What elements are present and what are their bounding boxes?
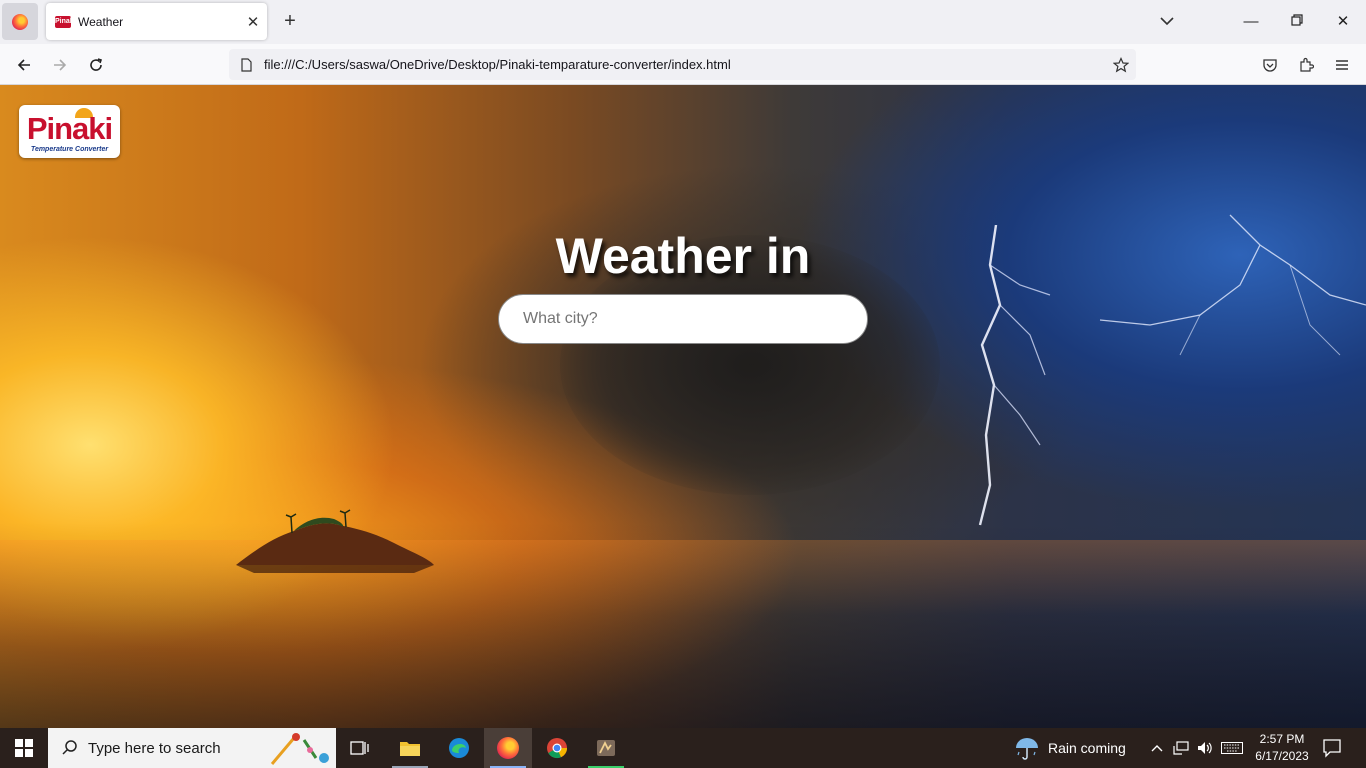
forward-icon[interactable] [49,54,71,76]
close-window-icon[interactable]: ✕ [1333,12,1353,32]
minimize-icon[interactable]: — [1241,12,1261,32]
clock-time: 2:57 PM [1259,732,1305,746]
sea-horizon [0,540,1366,728]
distant-lightning [1099,214,1366,356]
search-icon [62,740,77,755]
bookmark-star-icon[interactable] [1106,55,1136,75]
volume-icon[interactable] [1195,738,1215,758]
show-hidden-icons-icon[interactable] [1147,738,1167,758]
close-tab-icon[interactable]: ✕ [239,13,267,31]
pinaki-logo: Pinaki Temperature Converter [19,105,120,158]
network-icon[interactable] [1171,738,1191,758]
logo-wordmark: Pinaki [26,111,113,146]
firefox-view-button[interactable] [2,3,38,40]
tab-title: Weather [78,14,124,29]
restore-icon[interactable] [1287,12,1307,32]
pinaki-favicon-icon: Pinaki [55,15,76,28]
search-highlight-art [270,733,329,765]
taskbar: Type here to search Rain coming 2:57 PM … [0,728,1366,768]
app-icon[interactable] [582,728,630,768]
city-search-input[interactable] [498,294,868,344]
logo-subtitle: Temperature Converter [30,146,109,153]
weather-widget[interactable]: Rain coming [1014,728,1126,768]
file-explorer-icon[interactable] [386,728,434,768]
notification-center-icon[interactable] [1322,738,1342,758]
keyboard-icon[interactable] [1220,738,1244,758]
windows-start-icon[interactable] [0,728,48,768]
url-text[interactable]: file:///C:/Users/saswa/OneDrive/Desktop/… [264,57,1106,72]
page-title: Weather in [555,228,811,284]
reload-icon[interactable] [85,54,107,76]
taskbar-search-box[interactable]: Type here to search [48,728,336,768]
clock-date: 6/17/2023 [1255,749,1309,763]
weather-text: Rain coming [1048,740,1126,756]
back-icon[interactable] [13,54,35,76]
chrome-icon[interactable] [533,728,581,768]
edge-icon[interactable] [435,728,483,768]
navigation-toolbar: file:///C:/Users/saswa/OneDrive/Desktop/… [0,44,1366,85]
new-tab-button[interactable]: + [279,10,301,32]
firefox-taskbar-icon[interactable] [484,728,532,768]
address-bar[interactable]: file:///C:/Users/saswa/OneDrive/Desktop/… [229,49,1136,80]
firefox-icon [12,13,28,30]
file-icon [241,57,252,72]
tab-weather[interactable]: Pinaki Weather ✕ [46,3,267,40]
tab-strip: Pinaki Weather ✕ + — ✕ [0,0,1366,44]
extensions-icon[interactable] [1295,54,1317,76]
task-view-icon[interactable] [336,728,384,768]
taskbar-search-placeholder: Type here to search [88,739,221,757]
pocket-icon[interactable] [1259,54,1281,76]
island-image [236,509,434,573]
list-all-tabs-icon[interactable] [1158,12,1176,30]
umbrella-icon [1016,738,1038,760]
lightning-bolt [978,225,1051,526]
system-clock[interactable]: 2:57 PM 6/17/2023 [1250,731,1314,765]
firefox-logo-icon [497,737,519,759]
weather-page: Pinaki Temperature Converter Weather in [0,85,1366,728]
menu-icon[interactable] [1331,54,1353,76]
